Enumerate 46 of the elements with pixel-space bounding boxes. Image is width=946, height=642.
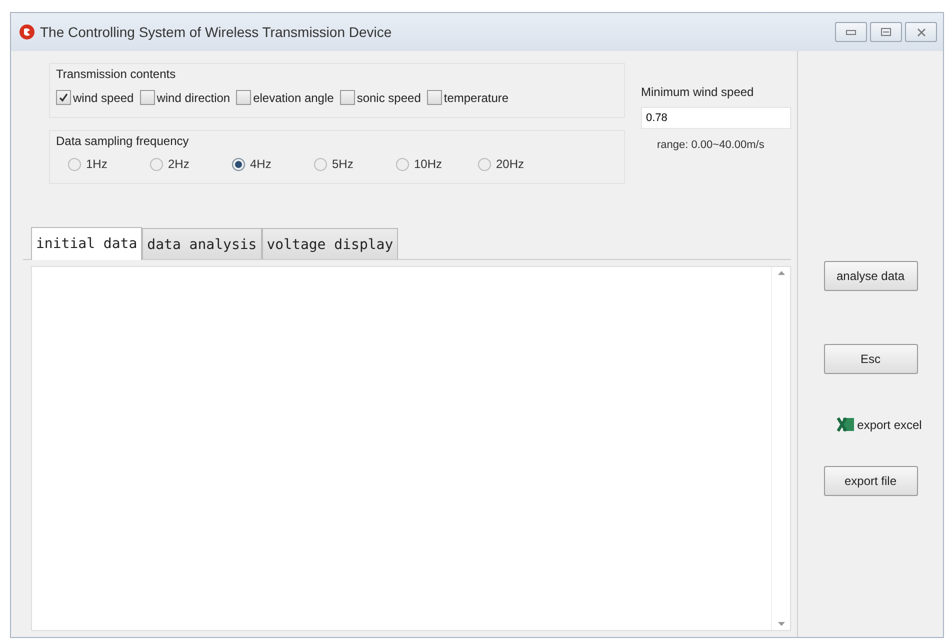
group-title: Data sampling frequency <box>56 134 189 148</box>
maximize-icon <box>881 28 891 36</box>
field-label: Minimum wind speed <box>641 85 755 99</box>
tab[interactable]: data analysis <box>142 228 262 259</box>
minimize-icon <box>846 28 856 36</box>
radio-label: 2Hz <box>168 157 190 171</box>
radio-button[interactable] <box>150 158 163 170</box>
radio-label: 1Hz <box>86 157 108 171</box>
checkbox[interactable] <box>340 90 355 105</box>
radio-button[interactable] <box>232 158 245 170</box>
tab[interactable]: initial data <box>31 227 142 260</box>
checkbox-label: wind direction <box>156 90 230 104</box>
close-button[interactable] <box>905 22 937 42</box>
check-mark-icon <box>58 92 69 103</box>
minimize-button[interactable] <box>835 22 867 42</box>
radio-button[interactable] <box>68 158 81 170</box>
radio-button[interactable] <box>314 158 327 170</box>
export-link[interactable]: export excel <box>837 417 922 432</box>
radio-button[interactable] <box>478 158 491 170</box>
wind-speed-field[interactable]: 0.78 <box>641 107 791 129</box>
checkbox-label: elevation angle <box>253 90 334 104</box>
group-title: Transmission contents <box>56 67 176 81</box>
checkbox[interactable] <box>236 90 252 105</box>
checkbox-label: temperature <box>444 90 509 104</box>
radio-label: 20Hz <box>496 157 524 171</box>
action-button[interactable]: export file <box>824 466 918 496</box>
close-icon <box>916 28 926 36</box>
radio-button[interactable] <box>396 158 409 170</box>
app-logo-icon <box>19 24 35 40</box>
action-button[interactable]: analyse data <box>824 261 918 291</box>
checkbox[interactable] <box>140 90 155 105</box>
radio-label: 4Hz <box>250 157 272 171</box>
range-text: range: 0.00~40.00m/s <box>657 139 766 151</box>
radio-label: 10Hz <box>414 157 442 171</box>
checkbox-label: wind speed <box>73 90 134 104</box>
tab[interactable]: voltage display <box>262 228 398 259</box>
spreadsheet-icon <box>837 417 856 432</box>
action-button[interactable]: Esc <box>824 344 918 374</box>
window-title: The Controlling System of Wireless Transmission Device <box>40 24 393 40</box>
checkbox[interactable] <box>426 90 442 105</box>
scroll-down-icon <box>778 622 784 626</box>
scroll-up-icon <box>778 271 784 275</box>
radio-label: 5Hz <box>332 157 354 171</box>
checkbox-label: sonic speed <box>356 90 421 104</box>
checkbox[interactable] <box>56 90 71 105</box>
maximize-button[interactable] <box>870 22 902 42</box>
